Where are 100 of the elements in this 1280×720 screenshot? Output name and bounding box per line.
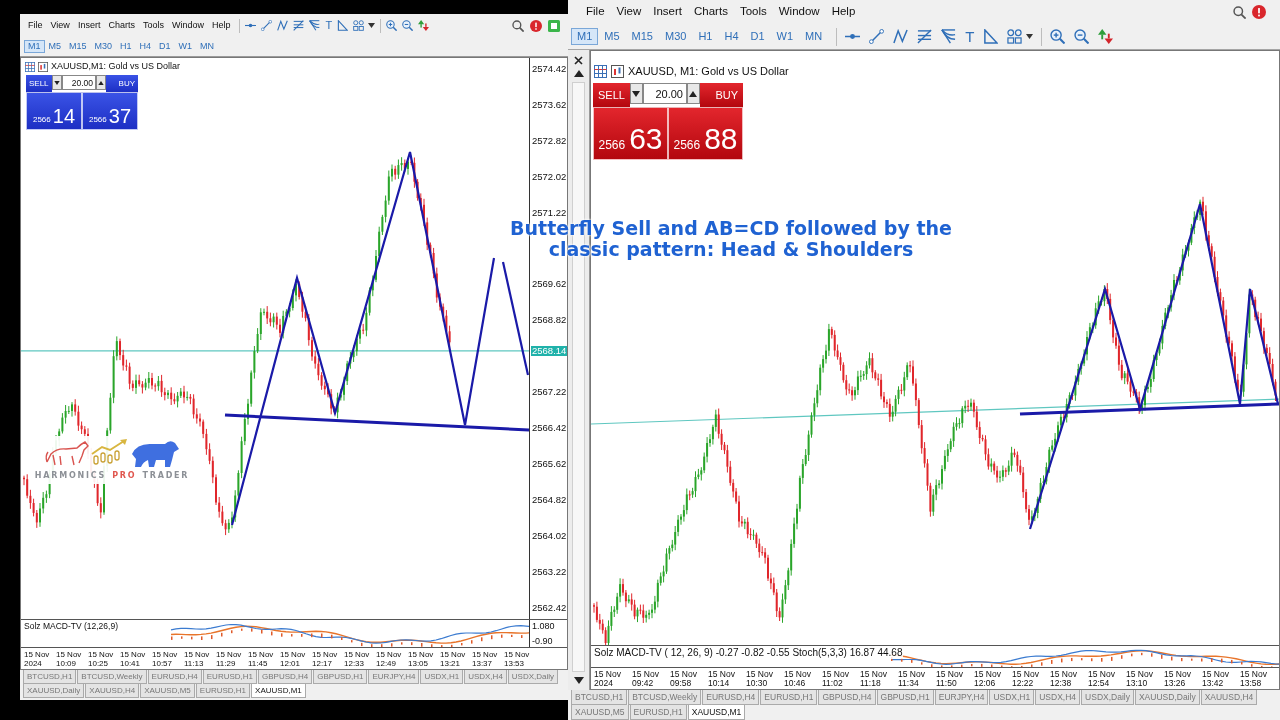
timeframe-button[interactable]: M5 [598,27,626,46]
chart-tab[interactable]: EURUSD,H1 [202,670,257,684]
timeframe-button[interactable]: D1 [155,40,175,53]
menu-item[interactable]: Help [825,5,862,19]
timeframe-button[interactable]: H1 [116,40,136,53]
shapes-icon[interactable] [353,20,365,31]
search-icon[interactable] [1233,5,1246,19]
menu-item[interactable]: Insert [647,5,688,19]
sell-button[interactable]: SELL [26,75,52,92]
menu-item[interactable]: Window [167,20,208,31]
search-icon[interactable] [512,19,524,32]
tile-icon[interactable] [548,19,560,32]
stacked-lines-icon[interactable] [293,20,305,31]
timeframe-button[interactable]: M15 [65,40,91,53]
timeframe-button[interactable]: D1 [744,27,771,46]
timeframe-button[interactable]: M15 [625,27,659,46]
sell-button[interactable]: SELL [593,83,630,107]
menu-item[interactable]: File [24,20,47,31]
sell-price-button[interactable]: 2566 14 [26,92,82,130]
chart-tab[interactable]: USDX,H1 [989,690,1035,705]
chart-tab[interactable]: USDX,H1 [420,670,464,684]
menu-item[interactable]: File [580,5,611,19]
zoom-out-icon[interactable] [1074,29,1090,44]
zoom-in-icon[interactable] [386,20,398,31]
grid-icon[interactable] [25,61,35,72]
menu-item[interactable]: Insert [73,20,105,31]
chart-tab[interactable]: BTCUSD,H1 [571,690,628,705]
timeframe-button[interactable]: M1 [24,40,45,53]
chart-tab[interactable]: BTCUSD,Weekly [77,670,147,684]
timeframe-button[interactable]: W1 [770,27,800,46]
menu-item[interactable]: Charts [688,5,734,19]
chart-tab[interactable]: EURJPY,H4 [934,690,989,705]
chart-tab[interactable]: BTCUSD,H1 [23,670,77,684]
timeframe-button[interactable]: H1 [692,27,719,46]
text-tool-button[interactable]: T [965,29,975,44]
chart-tab[interactable]: XAUUSD,Daily [23,684,85,698]
zoom-out-icon[interactable] [402,20,414,31]
chart-window-icon[interactable] [611,65,624,78]
chart-tab[interactable]: XAUUSD,H4 [1200,690,1258,705]
sell-price-button[interactable]: 2566 63 [593,107,668,160]
chart-tab[interactable]: GBPUSD,H1 [876,690,934,705]
chart-tab[interactable]: EURUSD,H1 [629,705,687,720]
alert-icon[interactable] [530,19,542,32]
menu-item[interactable]: View [610,5,648,19]
stacked-lines-icon[interactable] [917,29,933,44]
chart-tab[interactable]: EURJPY,H4 [368,670,420,684]
triangle-icon[interactable] [337,20,349,31]
fan-lines-icon[interactable] [309,20,321,31]
menu-item[interactable]: View [46,20,74,31]
volume-field[interactable]: 20.00 [642,83,687,104]
timeframe-button[interactable]: H4 [718,27,745,46]
volume-field[interactable]: 20.00 [62,75,96,90]
trend-line-icon[interactable] [261,20,273,31]
close-icon[interactable] [574,56,583,65]
chart-tab[interactable]: XAUUSD,M1 [687,705,746,720]
chart-tab[interactable]: EURUSD,H4 [147,670,202,684]
increase-button[interactable] [96,75,106,90]
up-down-arrows-icon[interactable] [418,20,430,31]
chart-tab[interactable]: BTCUSD,Weekly [628,690,702,705]
timeframe-button[interactable]: M30 [90,40,117,53]
alert-icon[interactable] [1252,5,1266,19]
chart-window-icon[interactable] [38,61,48,72]
zigzag-line-icon[interactable] [893,29,909,44]
scroll-down-icon[interactable] [573,677,584,684]
chart-tab[interactable]: USDX,H4 [464,670,507,684]
text-tool-button[interactable]: T [325,20,333,31]
timeframe-button[interactable]: M1 [571,27,599,46]
chart-tab[interactable]: EURUSD,H1 [195,684,251,698]
scroll-up-icon[interactable] [573,70,584,77]
menu-item[interactable]: Window [772,5,826,19]
menu-item[interactable]: Help [207,20,235,31]
timeframe-button[interactable]: W1 [174,40,197,53]
grid-icon[interactable] [594,65,607,78]
buy-button[interactable]: BUY [699,83,743,107]
chart-tab[interactable]: XAUUSD,M5 [140,684,195,698]
timeframe-button[interactable]: M5 [44,40,66,53]
chart-tab[interactable]: GBPUSD,H4 [818,690,876,705]
chart-tab[interactable]: USDX,H4 [1035,690,1081,705]
fan-lines-icon[interactable] [941,29,957,44]
chart-tab[interactable]: GBPUSD,H1 [313,670,368,684]
shapes-icon[interactable] [1007,29,1023,44]
menu-item[interactable]: Tools [138,20,168,31]
chart-tab[interactable]: EURUSD,H1 [760,690,818,705]
triangle-icon[interactable] [983,29,999,44]
buy-price-button[interactable]: 2566 37 [82,92,138,130]
chart-tab[interactable]: USDX,Daily [1081,690,1134,705]
timeframe-button[interactable]: M30 [658,27,693,46]
buy-button[interactable]: BUY [106,75,138,92]
chart-tab[interactable]: USDX,Daily [507,670,559,684]
chart-tab[interactable]: EURUSD,H4 [702,690,760,705]
chart-tab[interactable]: GBPUSD,H4 [258,670,313,684]
up-down-arrows-icon[interactable] [1098,29,1114,44]
trend-line-icon[interactable] [869,29,885,44]
timeframe-button[interactable]: MN [799,27,829,46]
menu-item[interactable]: Charts [104,20,139,31]
chart-tab[interactable]: XAUUSD,Daily [1134,690,1200,705]
buy-price-button[interactable]: 2566 88 [668,107,743,160]
decrease-button[interactable] [52,75,62,90]
timeframe-button[interactable]: H4 [135,40,156,53]
chart-tab[interactable]: XAUUSD,M5 [571,705,629,720]
